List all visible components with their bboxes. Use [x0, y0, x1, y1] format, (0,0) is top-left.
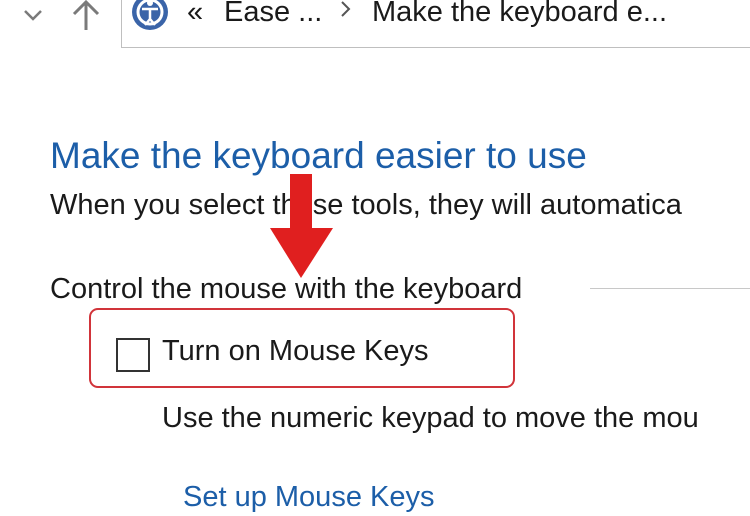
breadcrumb-current-page[interactable]: Make the keyboard e... — [372, 0, 667, 32]
mouse-keys-checkbox[interactable] — [116, 338, 150, 372]
breadcrumb-overflow[interactable]: « — [187, 0, 203, 32]
breadcrumb-separator-icon — [338, 0, 354, 24]
address-bar[interactable]: « Ease ... Make the keyboard e... — [121, 0, 750, 48]
annotation-arrow-icon — [270, 172, 334, 282]
ease-of-access-icon — [130, 0, 170, 32]
chevron-down-icon[interactable] — [22, 4, 44, 26]
setup-mouse-keys-link[interactable]: Set up Mouse Keys — [183, 478, 434, 516]
up-arrow-icon[interactable] — [68, 0, 104, 34]
section-divider — [590, 288, 750, 289]
navigation-bar: « Ease ... Make the keyboard e... — [0, 0, 750, 50]
mouse-keys-description: Use the numeric keypad to move the mou — [162, 402, 699, 434]
page-description: When you select these tools, they will a… — [50, 189, 682, 221]
breadcrumb-ease-of-access[interactable]: Ease ... — [224, 0, 322, 32]
mouse-keys-label[interactable]: Turn on Mouse Keys — [162, 332, 429, 370]
